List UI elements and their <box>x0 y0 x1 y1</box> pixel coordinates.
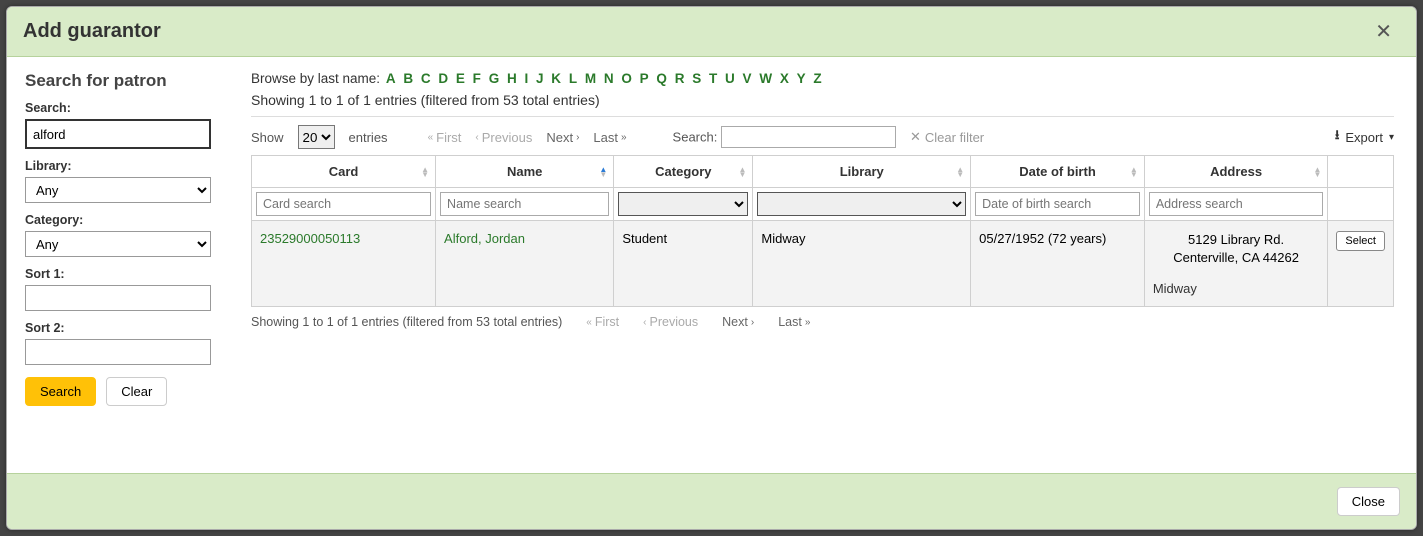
table-search-input[interactable] <box>721 126 896 148</box>
modal-body: Search for patron Search: Library: Any C… <box>7 57 1416 473</box>
pager-next-bottom[interactable]: Next› <box>722 315 754 329</box>
results-panel: Browse by last name: A B C D E F G H I J… <box>237 57 1416 473</box>
cell-dob: 05/27/1952 (72 years) <box>971 221 1145 307</box>
sidebar-heading: Search for patron <box>25 71 219 91</box>
search-button[interactable]: Search <box>25 377 96 406</box>
filter-category-select[interactable] <box>618 192 748 216</box>
address-line2: Centerville, CA 44262 <box>1153 249 1320 267</box>
show-label-post: entries <box>349 130 388 145</box>
col-library[interactable]: Library ▲▼ <box>753 156 971 188</box>
filter-name-input[interactable] <box>440 192 609 216</box>
alpha-link-v[interactable]: V <box>743 71 752 86</box>
alpha-link-e[interactable]: E <box>456 71 465 86</box>
showing-entries-bottom: Showing 1 to 1 of 1 entries (filtered fr… <box>251 315 562 329</box>
alpha-link-i[interactable]: I <box>524 71 528 86</box>
browse-label: Browse by last name: <box>251 71 380 86</box>
alpha-link-c[interactable]: C <box>421 71 431 86</box>
alpha-link-t[interactable]: T <box>709 71 717 86</box>
sort2-label: Sort 2: <box>25 321 219 335</box>
select-button[interactable]: Select <box>1336 231 1385 251</box>
entries-per-page-select[interactable]: 20 <box>298 125 335 149</box>
x-icon: ✕ <box>910 129 921 145</box>
col-category[interactable]: Category ▲▼ <box>614 156 753 188</box>
address-sub: Midway <box>1153 281 1320 296</box>
pager-last[interactable]: Last» <box>593 130 626 145</box>
clear-button[interactable]: Clear <box>106 377 167 406</box>
browse-by-name: Browse by last name: A B C D E F G H I J… <box>251 71 1394 86</box>
pager-previous[interactable]: ‹Previous <box>475 130 532 145</box>
close-button[interactable]: Close <box>1337 487 1400 516</box>
pager-first[interactable]: «First <box>428 130 462 145</box>
filter-dob-input[interactable] <box>975 192 1140 216</box>
alpha-link-m[interactable]: M <box>585 71 596 86</box>
divider <box>251 116 1394 117</box>
category-label: Category: <box>25 213 219 227</box>
alpha-link-x[interactable]: X <box>780 71 789 86</box>
alpha-link-f[interactable]: F <box>473 71 481 86</box>
pager-first-bottom[interactable]: «First <box>586 315 619 329</box>
sort2-input[interactable] <box>25 339 211 365</box>
col-dob[interactable]: Date of birth ▲▼ <box>971 156 1145 188</box>
filter-library-select[interactable] <box>757 192 966 216</box>
alpha-link-u[interactable]: U <box>725 71 735 86</box>
search-inline-label: Search: <box>673 130 718 145</box>
alpha-link-b[interactable]: B <box>403 71 413 86</box>
table-toolbar: Show 20 entries «First ‹Previous Next› L… <box>251 125 1394 149</box>
alpha-link-l[interactable]: L <box>569 71 577 86</box>
chevron-down-icon: ▾ <box>1389 132 1394 143</box>
search-sidebar: Search for patron Search: Library: Any C… <box>7 57 237 473</box>
col-actions <box>1328 156 1394 188</box>
alpha-link-j[interactable]: J <box>536 71 544 86</box>
clear-filter-button[interactable]: ✕ Clear filter <box>910 129 984 145</box>
alpha-link-h[interactable]: H <box>507 71 517 86</box>
show-label-pre: Show <box>251 130 284 145</box>
pager-last-bottom[interactable]: Last» <box>778 315 810 329</box>
search-label: Search: <box>25 101 219 115</box>
sort1-label: Sort 1: <box>25 267 219 281</box>
results-table: Card ▲▼ Name ▲▼ Category ▲▼ Library <box>251 155 1394 307</box>
alpha-link-o[interactable]: O <box>621 71 632 86</box>
modal-footer: Close <box>7 473 1416 529</box>
alpha-link-p[interactable]: P <box>640 71 649 86</box>
alpha-link-n[interactable]: N <box>604 71 614 86</box>
modal-header: Add guarantor ✕ <box>7 7 1416 57</box>
alpha-link-y[interactable]: Y <box>797 71 806 86</box>
alpha-link-q[interactable]: Q <box>656 71 667 86</box>
table-row: 23529000050113 Alford, Jordan Student Mi… <box>252 221 1394 307</box>
alpha-link-s[interactable]: S <box>692 71 701 86</box>
alpha-link-a[interactable]: A <box>386 71 396 86</box>
cell-category: Student <box>614 221 753 307</box>
library-select[interactable]: Any <box>25 177 211 203</box>
close-icon[interactable]: ✕ <box>1367 15 1400 48</box>
export-button[interactable]: ⭳ Export ▾ <box>1335 126 1394 148</box>
cell-name[interactable]: Alford, Jordan <box>444 231 525 246</box>
modal-title: Add guarantor <box>23 20 161 43</box>
search-input[interactable] <box>25 119 211 149</box>
alpha-link-w[interactable]: W <box>759 71 772 86</box>
col-card[interactable]: Card ▲▼ <box>252 156 436 188</box>
alpha-link-g[interactable]: G <box>489 71 500 86</box>
pager-previous-bottom[interactable]: ‹Previous <box>643 315 698 329</box>
showing-entries-top: Showing 1 to 1 of 1 entries (filtered fr… <box>251 92 1394 112</box>
cell-card[interactable]: 23529000050113 <box>260 231 360 246</box>
alpha-link-k[interactable]: K <box>551 71 561 86</box>
col-name[interactable]: Name ▲▼ <box>436 156 614 188</box>
alpha-link-d[interactable]: D <box>438 71 448 86</box>
library-label: Library: <box>25 159 219 173</box>
cell-address: 5129 Library Rd. Centerville, CA 44262 M… <box>1144 221 1328 307</box>
download-icon: ⭳ <box>1335 126 1340 148</box>
sort1-input[interactable] <box>25 285 211 311</box>
address-line1: 5129 Library Rd. <box>1153 231 1320 249</box>
cell-library: Midway <box>753 221 971 307</box>
pager-next[interactable]: Next› <box>546 130 579 145</box>
alpha-link-z[interactable]: Z <box>813 71 821 86</box>
filter-card-input[interactable] <box>256 192 431 216</box>
add-guarantor-modal: Add guarantor ✕ Search for patron Search… <box>6 6 1417 530</box>
col-address[interactable]: Address ▲▼ <box>1144 156 1328 188</box>
filter-address-input[interactable] <box>1149 192 1324 216</box>
category-select[interactable]: Any <box>25 231 211 257</box>
alpha-link-r[interactable]: R <box>675 71 685 86</box>
table-footer: Showing 1 to 1 of 1 entries (filtered fr… <box>251 315 1394 329</box>
